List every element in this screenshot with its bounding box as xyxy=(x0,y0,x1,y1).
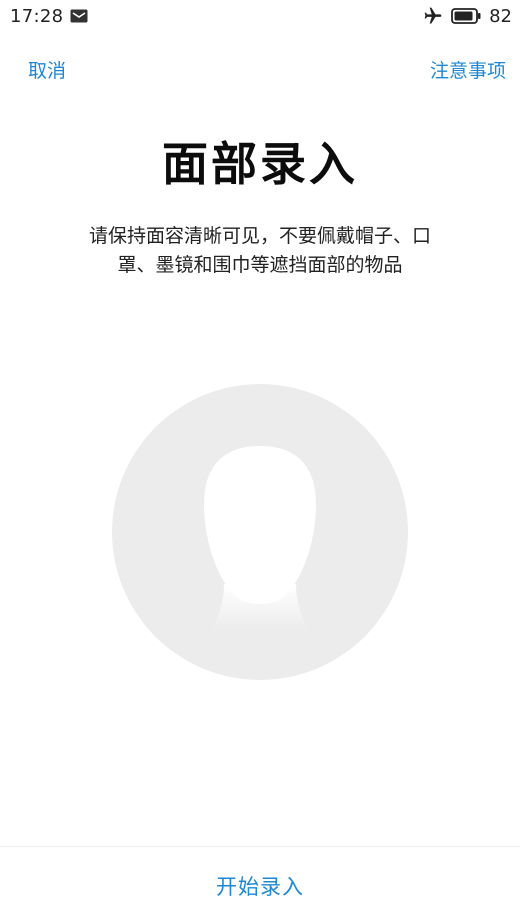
status-bar: 17:28 82 xyxy=(0,0,520,34)
start-enrollment-button[interactable]: 开始录入 xyxy=(0,847,520,924)
face-silhouette-icon xyxy=(112,384,408,680)
instruction-text: 请保持面容清晰可见，不要佩戴帽子、口 罩、墨镜和围巾等遮挡面部的物品 xyxy=(60,222,460,280)
battery-icon xyxy=(451,8,481,24)
cancel-button[interactable]: 取消 xyxy=(28,56,66,83)
notice-button[interactable]: 注意事项 xyxy=(430,56,506,83)
status-time: 17:28 xyxy=(10,6,64,27)
page-title: 面部录入 xyxy=(162,137,358,191)
instruction-line-2: 罩、墨镜和围巾等遮挡面部的物品 xyxy=(117,254,403,276)
airplane-icon xyxy=(424,7,442,24)
status-right-group: 82 xyxy=(423,5,512,27)
message-icon xyxy=(70,9,88,23)
battery-level: 82 xyxy=(489,5,512,27)
instruction-line-1: 请保持面容清晰可见，不要佩戴帽子、口 xyxy=(88,225,431,247)
